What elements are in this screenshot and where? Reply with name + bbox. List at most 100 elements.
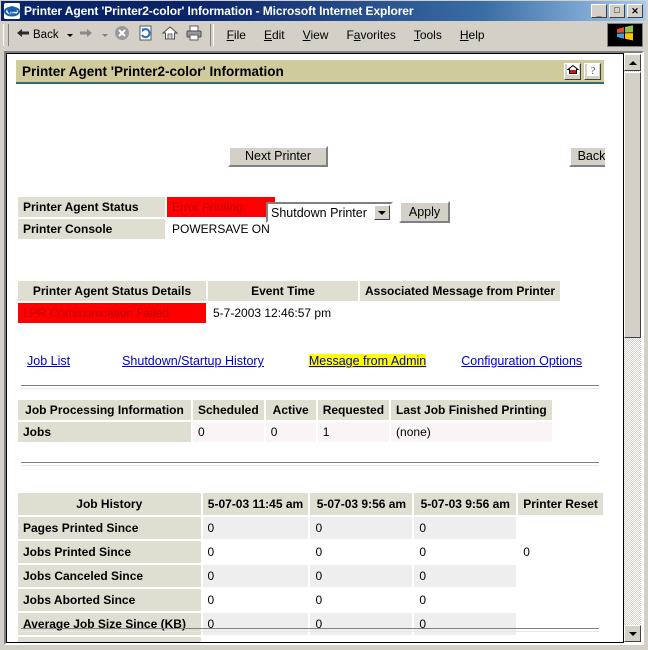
back-arrow-icon: [15, 26, 31, 45]
table-row: Jobs 0 0 1 (none): [18, 422, 552, 442]
forward-arrow-icon: [78, 26, 94, 45]
maximize-button[interactable]: □: [609, 4, 625, 18]
menu-favorites[interactable]: Favorites: [337, 25, 404, 45]
stop-icon: [113, 24, 131, 47]
history-cell: 0: [207, 545, 215, 559]
scrollbar-thumb[interactable]: [624, 72, 641, 338]
home-icon: [161, 24, 179, 47]
windows-logo-button[interactable]: [607, 23, 643, 47]
link-job-list[interactable]: Job List: [27, 354, 70, 368]
home-button[interactable]: [158, 23, 182, 47]
menu-edit[interactable]: Edit: [255, 25, 294, 45]
window-title: Printer Agent 'Printer2-color' Informati…: [24, 4, 414, 18]
page-header-bar: Printer Agent 'Printer2-color' Informati…: [16, 60, 604, 84]
close-icon: ✕: [631, 6, 639, 16]
history-cell: [518, 589, 603, 611]
menu-view[interactable]: View: [294, 25, 338, 45]
history-cell: 0: [202, 517, 309, 539]
next-printer-label: Next Printer: [245, 149, 311, 164]
status-details-table: Printer Agent Status Details Event Time …: [16, 279, 562, 325]
minimize-icon: _: [596, 8, 602, 18]
divider-1: [21, 385, 599, 389]
table-row: Jobs Printed Since 0 0 0 0: [18, 541, 603, 563]
history-header-col1: 5-07-03 11:45 am: [202, 493, 309, 515]
table-header-row: Printer Agent Status Details Event Time …: [18, 281, 561, 301]
forward-button[interactable]: [75, 23, 97, 47]
jobproc-requested-value: 1: [317, 422, 390, 442]
apply-button[interactable]: Apply: [399, 201, 450, 223]
history-header-col3: 5-07-03 9:56 am: [414, 493, 517, 515]
printer-action-select-value: Shutdown Printer: [271, 205, 367, 220]
history-cell: 0: [202, 565, 309, 587]
link-configuration-options[interactable]: Configuration Options: [461, 354, 582, 368]
job-processing-table: Job Processing Information Scheduled Act…: [16, 398, 554, 444]
details-message-value: [360, 303, 560, 323]
menu-file[interactable]: File: [218, 25, 255, 45]
printer-action-select[interactable]: Shutdown Printer: [266, 202, 393, 223]
details-header-message: Associated Message from Printer: [360, 281, 561, 301]
page-home-button[interactable]: [564, 62, 581, 80]
page-back-label: Back: [577, 149, 605, 164]
history-row-label: Jobs Aborted Since: [18, 589, 201, 611]
history-cell: [518, 517, 603, 539]
refresh-button[interactable]: [134, 23, 158, 47]
history-cell: 0: [414, 517, 517, 539]
table-header-row: Job History 5-07-03 11:45 am 5-07-03 9:5…: [18, 493, 603, 515]
stop-button[interactable]: [110, 23, 134, 47]
jobproc-scheduled-value: 0: [193, 422, 264, 442]
browser-client-area: Printer Agent 'Printer2-color' Informati…: [4, 51, 644, 645]
history-cell: [518, 637, 603, 642]
jobproc-active-value: 0: [265, 422, 316, 442]
table-row: Printer Console POWERSAVE ON: [18, 219, 275, 239]
browser-window: Printer Agent 'Printer2-color' Informati…: [0, 0, 648, 650]
scroll-up-button[interactable]: [624, 54, 641, 71]
page-back-button[interactable]: Back: [569, 146, 605, 167]
svg-text:?: ?: [590, 66, 595, 76]
page-links-row: Job List Shutdown/Startup History Messag…: [16, 354, 604, 368]
details-event-time-value: 5-7-2003 12:46:57 pm: [213, 306, 332, 320]
table-row: Jobs Aborted Since 0 0 0: [18, 589, 603, 611]
history-header-col4: Printer Reset: [518, 493, 603, 515]
history-cell: 0: [419, 593, 427, 607]
toolbar-grip[interactable]: [3, 24, 9, 46]
menu-tools[interactable]: Tools: [405, 25, 451, 45]
table-header-row: Job Processing Information Scheduled Act…: [18, 400, 552, 420]
link-message-from-admin[interactable]: Message from Admin: [308, 354, 427, 368]
page-help-button[interactable]: ?: [584, 62, 601, 80]
apply-label: Apply: [408, 204, 441, 219]
history-cell: 0: [310, 565, 413, 587]
chevron-down-icon[interactable]: [374, 205, 390, 220]
printer-icon: [185, 24, 203, 47]
close-button[interactable]: ✕: [627, 4, 643, 18]
print-button[interactable]: [182, 23, 206, 47]
home-small-icon: [566, 64, 579, 78]
scroll-down-button[interactable]: [624, 625, 641, 642]
chevron-down-icon: [628, 631, 637, 636]
history-cell: [518, 565, 603, 587]
maximize-icon: □: [614, 5, 620, 15]
vertical-scrollbar[interactable]: [624, 54, 641, 642]
table-row: Printer Agent Status Error Printing: [18, 197, 275, 217]
history-header-col2: 5-07-03 9:56 am: [310, 493, 413, 515]
window-titlebar: Printer Agent 'Printer2-color' Informati…: [1, 1, 646, 21]
jobproc-header-active: Active: [265, 400, 316, 420]
back-history-dropdown-icon[interactable]: [66, 33, 73, 37]
menu-bar: File Edit View Favorites Tools Help: [218, 23, 607, 47]
forward-history-dropdown-icon[interactable]: [101, 33, 108, 37]
link-shutdown-startup-history[interactable]: Shutdown/Startup History: [122, 354, 264, 368]
help-question-icon: ?: [586, 63, 599, 79]
jobproc-header-scheduled: Scheduled: [193, 400, 264, 420]
menu-help[interactable]: Help: [451, 25, 494, 45]
history-cell: 0: [523, 545, 530, 559]
divider-3: [21, 628, 599, 632]
history-cell: 0: [419, 545, 427, 559]
back-button[interactable]: Back: [12, 23, 62, 47]
printer-status-table: Printer Agent Status Error Printing Prin…: [16, 195, 277, 241]
history-header-title: Job History: [18, 493, 201, 515]
next-printer-button[interactable]: Next Printer: [228, 146, 328, 167]
printer-console-label: Printer Console: [18, 219, 165, 239]
jobproc-header-last-job: Last Job Finished Printing: [391, 400, 552, 420]
job-history-table: Job History 5-07-03 11:45 am 5-07-03 9:5…: [16, 491, 605, 642]
printer-agent-status-label: Printer Agent Status: [18, 197, 165, 217]
minimize-button[interactable]: _: [591, 4, 607, 18]
